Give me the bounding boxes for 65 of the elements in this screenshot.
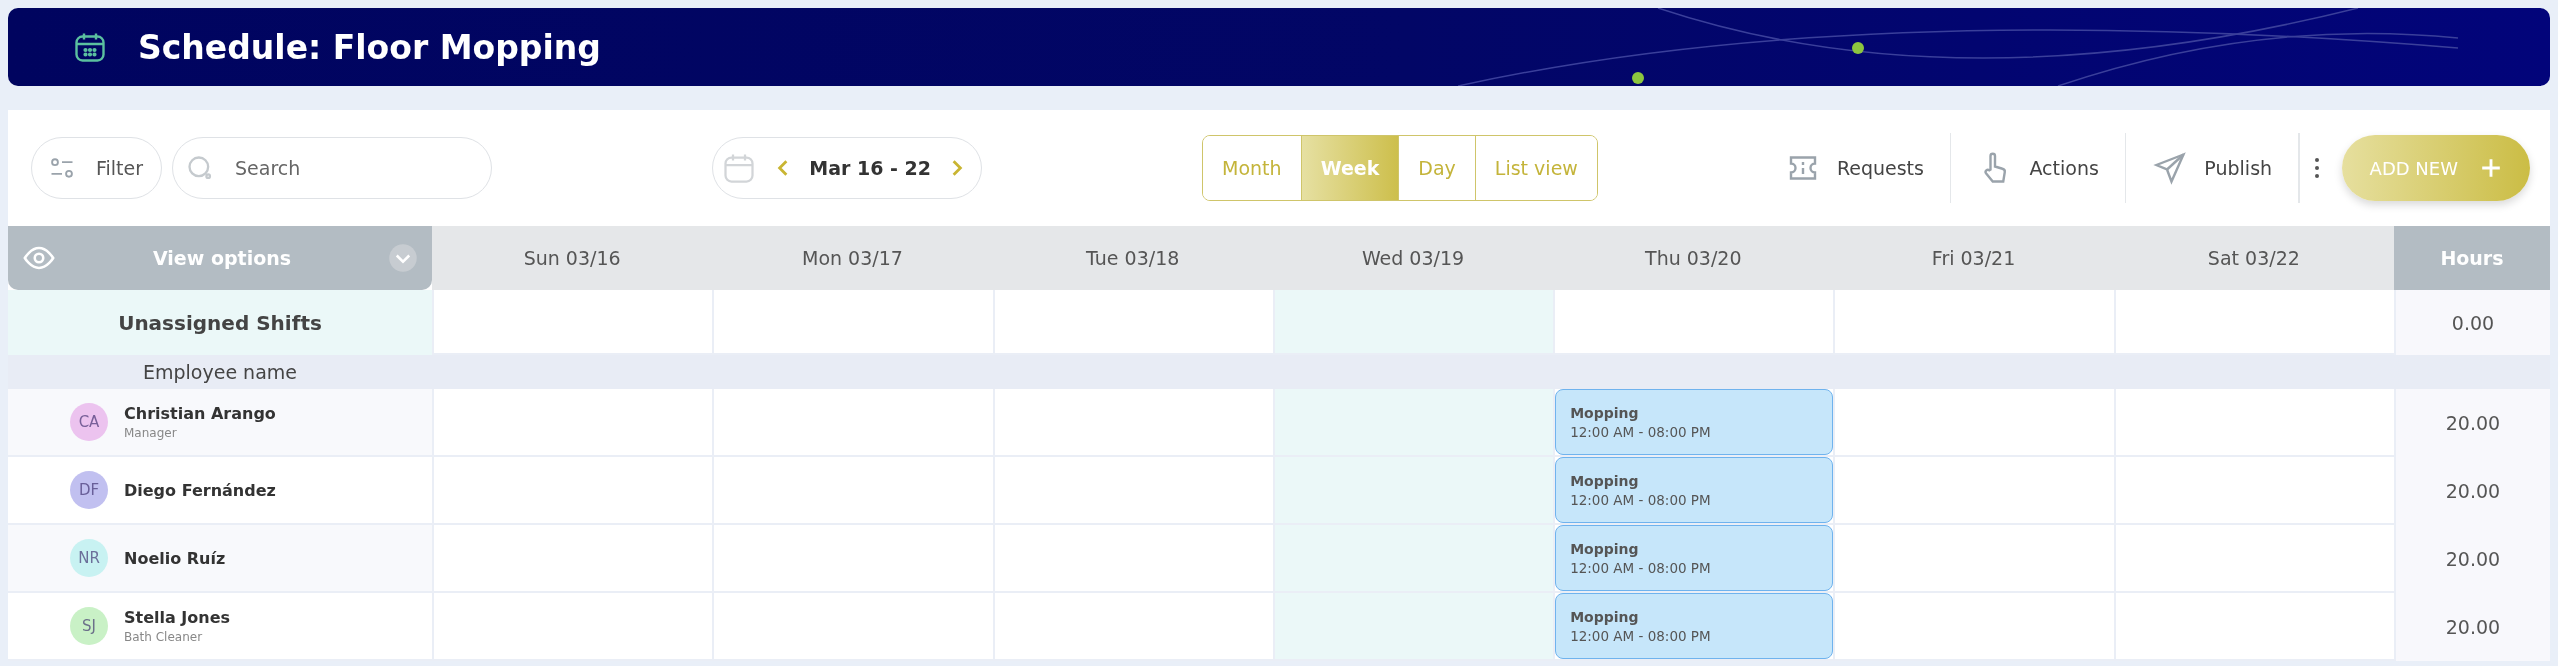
day-header: Sun 03/16 bbox=[432, 226, 713, 290]
filter-button[interactable]: Filter bbox=[31, 137, 163, 199]
day-cell[interactable] bbox=[1833, 389, 2114, 457]
avatar: DF bbox=[70, 471, 108, 509]
avatar: SJ bbox=[70, 607, 108, 645]
toolbar-action[interactable]: Publish bbox=[2126, 150, 2299, 186]
day-cell[interactable] bbox=[1833, 457, 2114, 525]
day-cell[interactable] bbox=[712, 290, 993, 355]
day-header: Mon 03/17 bbox=[712, 226, 993, 290]
day-cell[interactable] bbox=[992, 290, 1273, 355]
avatar: CA bbox=[70, 403, 108, 441]
shift-time: 12:00 AM - 08:00 PM bbox=[1570, 627, 1712, 644]
search-field[interactable]: Search bbox=[172, 137, 493, 199]
unassigned-shifts-label: Unassigned Shifts bbox=[8, 290, 432, 355]
day-header: Wed 03/19 bbox=[1272, 226, 1554, 290]
employee-name: Stella Jones bbox=[124, 608, 231, 627]
day-header: Thu 03/20 bbox=[1553, 226, 1834, 290]
day-cell[interactable] bbox=[1833, 593, 2114, 661]
day-cell[interactable] bbox=[1833, 290, 2114, 355]
day-cell[interactable] bbox=[1833, 525, 2114, 593]
page-title: Schedule: Floor Mopping bbox=[138, 27, 601, 67]
date-range: Mar 16 - 22 bbox=[809, 157, 931, 179]
day-cell[interactable] bbox=[1553, 290, 1834, 355]
shift-card[interactable]: Mopping 12:00 AM - 08:00 PM bbox=[1555, 389, 1834, 455]
shift-title: Mopping bbox=[1570, 404, 1640, 421]
day-header: Fri 03/21 bbox=[1833, 226, 2114, 290]
chevron-left-icon[interactable] bbox=[777, 159, 790, 177]
shift-time: 12:00 AM - 08:00 PM bbox=[1570, 423, 1712, 440]
day-header: Sat 03/22 bbox=[2113, 226, 2394, 290]
shift-card[interactable]: Mopping 12:00 AM - 08:00 PM bbox=[1555, 457, 1834, 523]
date-picker[interactable]: Mar 16 - 22 bbox=[712, 137, 983, 199]
day-cell[interactable] bbox=[1272, 457, 1554, 525]
shift-title: Mopping bbox=[1570, 540, 1640, 557]
hours-cell: 20.00 bbox=[2394, 525, 2550, 593]
hours-cell: 20.00 bbox=[2394, 593, 2550, 661]
employee-name: Noelio Ruíz bbox=[124, 548, 226, 568]
hours-header: Hours bbox=[2394, 226, 2550, 290]
avatar: NR bbox=[70, 539, 108, 577]
day-cell[interactable] bbox=[432, 290, 713, 355]
day-header: Tue 03/18 bbox=[992, 226, 1273, 290]
chevron-right-icon[interactable] bbox=[951, 159, 964, 177]
day-cell[interactable] bbox=[1272, 290, 1554, 355]
hours-cell: 0.00 bbox=[2394, 290, 2550, 355]
shift-card[interactable]: Mopping 12:00 AM - 08:00 PM bbox=[1555, 525, 1834, 591]
day-cell[interactable] bbox=[1272, 525, 1554, 593]
toolbar-action[interactable]: Actions bbox=[1951, 150, 2125, 186]
employee-role: Bath Cleaner bbox=[124, 630, 204, 644]
employee-name: Christian Arango bbox=[124, 404, 276, 423]
shift-card[interactable]: Mopping 12:00 AM - 08:00 PM bbox=[1555, 593, 1834, 659]
shift-time: 12:00 AM - 08:00 PM bbox=[1570, 559, 1712, 576]
employee-role: Manager bbox=[124, 426, 178, 440]
chevron-down-icon bbox=[388, 243, 418, 273]
toolbar-action[interactable]: Requests bbox=[1758, 150, 1950, 186]
day-cell[interactable] bbox=[1272, 389, 1554, 457]
shift-time: 12:00 AM - 08:00 PM bbox=[1570, 491, 1712, 508]
day-cell[interactable] bbox=[2113, 290, 2394, 355]
shift-title: Mopping bbox=[1570, 472, 1640, 489]
employee-name-header: Employee name bbox=[8, 355, 432, 389]
day-cell[interactable] bbox=[1272, 593, 1554, 661]
plus-icon bbox=[2480, 157, 2502, 179]
paper-plane-icon bbox=[2152, 150, 2189, 186]
hours-cell: 20.00 bbox=[2394, 457, 2550, 525]
employee-name: Diego Fernández bbox=[124, 480, 276, 500]
hours-cell: 20.00 bbox=[2394, 389, 2550, 457]
shift-title: Mopping bbox=[1570, 608, 1640, 625]
